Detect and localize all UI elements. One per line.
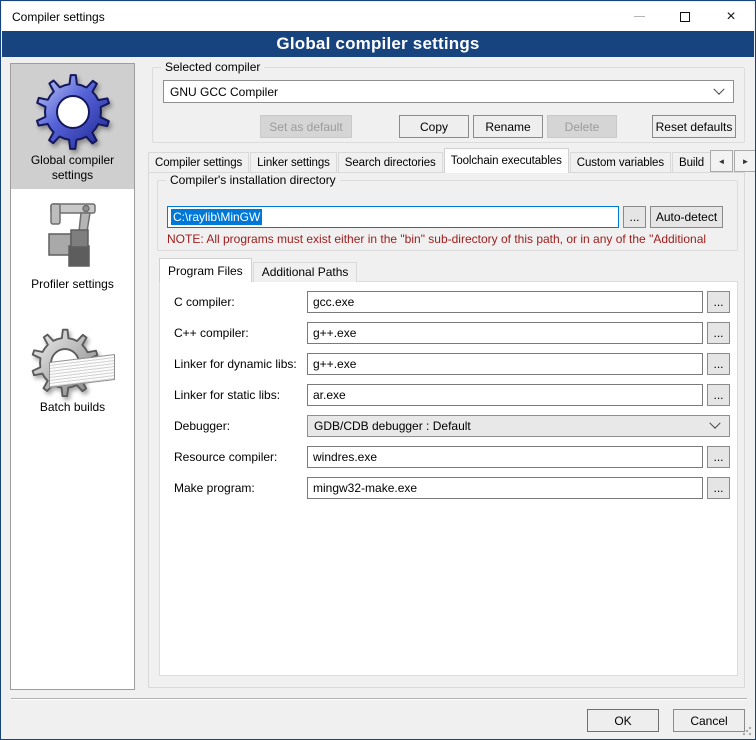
make-program-browse-button[interactable]: ... [707,477,730,499]
set-as-default-button: Set as default [260,115,352,138]
close-button[interactable]: × [708,2,754,31]
group-label: Compiler's installation directory [166,173,340,187]
field-label: Linker for static libs: [174,384,280,406]
sidebar-item-profiler-settings[interactable]: Profiler settings [11,197,134,298]
compiler-select-value: GNU GCC Compiler [164,85,715,99]
minimize-icon [634,16,645,17]
static-linker-input[interactable]: ar.exe [307,384,703,406]
cpp-compiler-browse-button[interactable]: ... [707,322,730,344]
tab-linker-settings[interactable]: Linker settings [250,152,337,173]
field-row-debugger: Debugger: GDB/CDB debugger : Default [160,415,737,437]
settings-tabstrip: Compiler settings Linker settings Search… [148,148,710,173]
installation-directory-value: C:\raylib\MinGW [171,209,262,225]
close-icon: × [726,9,735,25]
field-row-c-compiler: C compiler: gcc.exe ... [160,291,737,313]
sidebar-item-label: Profiler settings [11,277,134,298]
cpp-compiler-input[interactable]: g++.exe [307,322,703,344]
make-program-input[interactable]: mingw32-make.exe [307,477,703,499]
tab-scroll-right-button[interactable]: ► [734,150,756,172]
tab-additional-paths[interactable]: Additional Paths [253,262,358,282]
sidebar-item-global-compiler-settings[interactable]: Global compiler settings [11,64,134,189]
compiler-settings-dialog: Compiler settings × Global compiler sett… [0,0,756,740]
dynamic-linker-input[interactable]: g++.exe [307,353,703,375]
tab-build[interactable]: Build [672,152,710,173]
sidebar-item-label: Global compiler settings [11,153,134,189]
maximize-button[interactable] [662,2,708,31]
field-row-make-program: Make program: mingw32-make.exe ... [160,477,737,499]
c-compiler-input[interactable]: gcc.exe [307,291,703,313]
reset-defaults-button[interactable]: Reset defaults [652,115,736,138]
installation-directory-browse-button[interactable]: ... [623,206,646,228]
debugger-select-value: GDB/CDB debugger : Default [308,419,711,433]
c-compiler-browse-button[interactable]: ... [707,291,730,313]
chevron-down-icon [713,83,724,94]
maximize-icon [680,12,690,22]
tab-scroll-left-button[interactable]: ◄ [710,150,733,172]
debugger-select[interactable]: GDB/CDB debugger : Default [307,415,730,437]
caliper-icon [11,197,134,277]
resize-grip[interactable] [742,726,752,736]
program-files-page: C compiler: gcc.exe ... C++ compiler: g+… [159,281,738,676]
resource-compiler-browse-button[interactable]: ... [707,446,730,468]
titlebar[interactable]: Compiler settings × [2,2,754,31]
field-label: Linker for dynamic libs: [174,353,297,375]
cancel-button[interactable]: Cancel [673,709,745,732]
copy-button[interactable]: Copy [399,115,469,138]
arrow-right-icon: ► [742,157,750,166]
selected-compiler-group: Selected compiler GNU GCC Compiler Set a… [152,67,745,143]
installation-directory-input[interactable]: C:\raylib\MinGW [167,206,619,228]
field-row-static-linker: Linker for static libs: ar.exe ... [160,384,737,406]
group-label: Selected compiler [161,60,264,74]
field-row-dynamic-linker: Linker for dynamic libs: g++.exe ... [160,353,737,375]
rename-button[interactable]: Rename [473,115,543,138]
field-label: Resource compiler: [174,446,277,468]
dynamic-linker-browse-button[interactable]: ... [707,353,730,375]
gray-gear-stack-icon [11,324,134,400]
arrow-left-icon: ◄ [718,157,726,166]
field-label: C++ compiler: [174,322,249,344]
bin-subdirectory-note: NOTE: All programs must exist either in … [167,232,738,246]
field-label: Make program: [174,477,255,499]
page-title: Global compiler settings [276,34,479,54]
field-row-resource-compiler: Resource compiler: windres.exe ... [160,446,737,468]
compiler-select[interactable]: GNU GCC Compiler [163,80,734,103]
ok-button[interactable]: OK [587,709,659,732]
chevron-down-icon [709,418,720,429]
blue-gear-icon [11,69,134,153]
sidebar-item-label: Batch builds [11,400,134,421]
delete-button: Delete [547,115,617,138]
settings-category-list: Global compiler settings [10,63,135,690]
tab-search-directories[interactable]: Search directories [338,152,443,173]
sidebar-item-batch-builds[interactable]: Batch builds [11,324,134,421]
auto-detect-button[interactable]: Auto-detect [650,206,723,228]
tab-custom-variables[interactable]: Custom variables [570,152,671,173]
static-linker-browse-button[interactable]: ... [707,384,730,406]
program-files-tabstrip: Program Files Additional Paths [159,258,358,282]
resource-compiler-input[interactable]: windres.exe [307,446,703,468]
window-title: Compiler settings [12,10,105,24]
field-row-cpp-compiler: C++ compiler: g++.exe ... [160,322,737,344]
tab-program-files[interactable]: Program Files [159,258,252,282]
tab-compiler-settings[interactable]: Compiler settings [148,152,249,173]
field-label: C compiler: [174,291,235,313]
minimize-button [616,2,662,31]
dialog-header: Global compiler settings [2,31,754,57]
field-label: Debugger: [174,415,230,437]
tab-toolchain-executables[interactable]: Toolchain executables [444,148,569,173]
footer-divider [11,698,747,700]
